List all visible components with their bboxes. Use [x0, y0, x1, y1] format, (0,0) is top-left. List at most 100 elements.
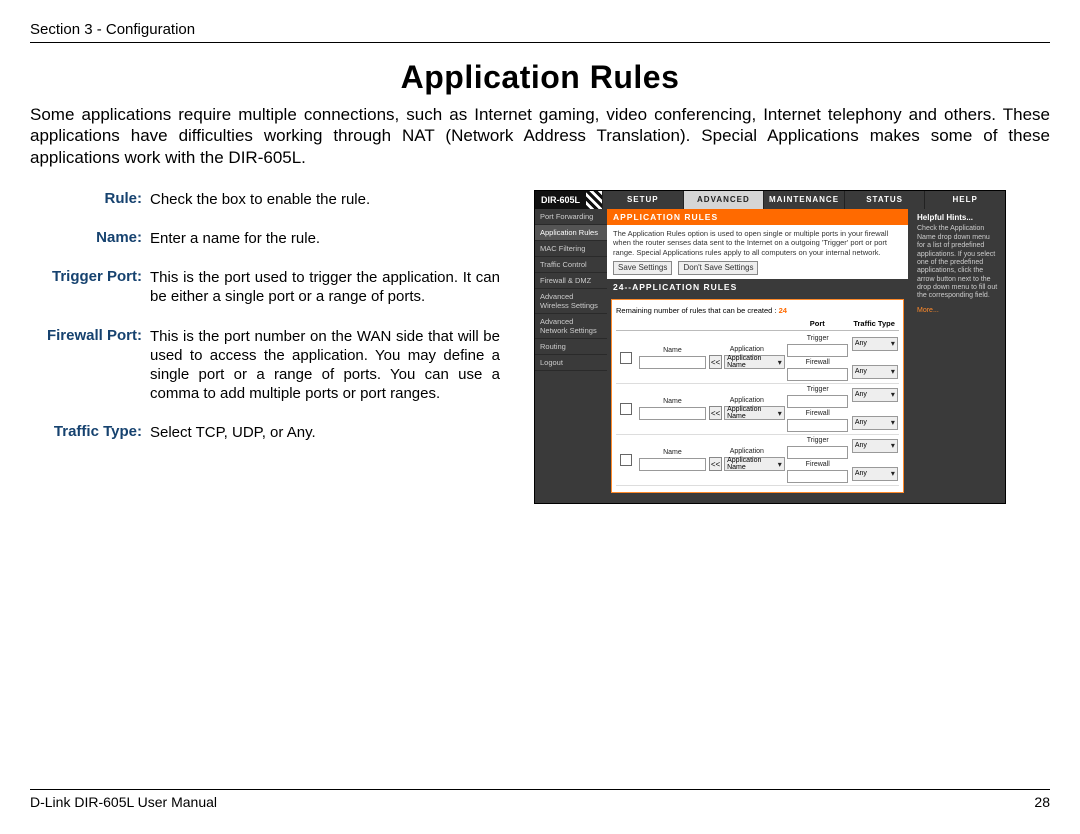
remaining-count: 24: [779, 306, 787, 315]
label-application: Application: [730, 397, 764, 404]
sidebar-item-mac-filtering[interactable]: MAC Filtering: [535, 241, 607, 257]
arrow-left-icon: <<: [711, 409, 720, 418]
rule-row: Name Application << Application Name▾ Trig…: [616, 435, 899, 486]
trigger-input[interactable]: [787, 395, 848, 408]
col-traffic-type: Traffic Type: [849, 319, 899, 328]
sidebar-item-adv-wireless[interactable]: Advanced Wireless Settings: [535, 289, 607, 314]
application-select[interactable]: Application Name▾: [724, 457, 785, 471]
label-trigger: Trigger: [807, 437, 829, 444]
hints-more-link[interactable]: More...: [917, 307, 939, 314]
sidebar-item-routing[interactable]: Routing: [535, 339, 607, 355]
hints-title: Helpful Hints...: [917, 213, 999, 223]
sidebar: Port Forwarding Application Rules MAC Fi…: [535, 209, 607, 503]
chevron-down-icon: ▾: [891, 339, 895, 348]
sidebar-item-firewall-dmz[interactable]: Firewall & DMZ: [535, 273, 607, 289]
section-bar-apprules: APPLICATION RULES: [607, 209, 908, 225]
header-rule: [30, 42, 1050, 43]
traffic-select-firewall[interactable]: Any▾: [852, 416, 898, 430]
section-desc: The Application Rules option is used to …: [607, 225, 908, 279]
router-screenshot: DIR-605L SETUP ADVANCED MAINTENANCE STAT…: [534, 190, 1006, 504]
remaining-text: Remaining number of rules that can be cr…: [616, 306, 899, 315]
desc-name: Enter a name for the rule.: [150, 229, 500, 248]
label-trigger: Trigger: [807, 335, 829, 342]
definitions: Rule: Check the box to enable the rule. …: [30, 190, 500, 504]
col-port: Port: [785, 319, 849, 328]
desc-traffic-type: Select TCP, UDP, or Any.: [150, 423, 500, 442]
arrow-left-icon: <<: [711, 358, 720, 367]
label-name: Name: [663, 449, 682, 456]
term-firewall-port: Firewall Port:: [30, 327, 142, 404]
sidebar-item-logout[interactable]: Logout: [535, 355, 607, 371]
rule-checkbox[interactable]: [620, 352, 632, 364]
traffic-select-trigger[interactable]: Any▾: [852, 388, 898, 402]
section-header: Section 3 - Configuration: [30, 21, 1050, 38]
firewall-input[interactable]: [787, 470, 848, 483]
intro-paragraph: Some applications require multiple conne…: [30, 104, 1050, 168]
chevron-down-icon: ▾: [778, 460, 782, 469]
traffic-select-trigger[interactable]: Any▾: [852, 337, 898, 351]
term-trigger-port: Trigger Port:: [30, 268, 142, 306]
tab-setup[interactable]: SETUP: [602, 191, 683, 209]
desc-rule: Check the box to enable the rule.: [150, 190, 500, 209]
chevron-down-icon: ▾: [891, 390, 895, 399]
rule-row: Name Application << Application Name▾ Trig…: [616, 384, 899, 435]
name-input[interactable]: [639, 407, 706, 420]
application-select[interactable]: Application Name▾: [724, 406, 785, 420]
chevron-down-icon: ▾: [891, 469, 895, 478]
chevron-down-icon: ▾: [891, 367, 895, 376]
copy-left-button[interactable]: <<: [709, 355, 722, 369]
term-rule: Rule:: [30, 190, 142, 209]
helpful-hints: Helpful Hints... Check the Application N…: [911, 209, 1005, 503]
tab-help[interactable]: HELP: [924, 191, 1005, 209]
arrow-left-icon: <<: [711, 460, 720, 469]
firewall-input[interactable]: [787, 368, 848, 381]
desc-firewall-port: This is the port number on the WAN side …: [150, 327, 500, 404]
tab-status[interactable]: STATUS: [844, 191, 925, 209]
firewall-input[interactable]: [787, 419, 848, 432]
label-name: Name: [663, 398, 682, 405]
hatch-decor: [586, 191, 602, 209]
label-firewall: Firewall: [806, 410, 830, 417]
application-select[interactable]: Application Name▾: [724, 355, 785, 369]
sidebar-item-application-rules[interactable]: Application Rules: [535, 225, 607, 241]
rule-checkbox[interactable]: [620, 403, 632, 415]
tab-maintenance[interactable]: MAINTENANCE: [763, 191, 844, 209]
sidebar-item-traffic-control[interactable]: Traffic Control: [535, 257, 607, 273]
dont-save-settings-button[interactable]: Don't Save Settings: [678, 261, 758, 275]
copy-left-button[interactable]: <<: [709, 457, 722, 471]
chevron-down-icon: ▾: [891, 441, 895, 450]
label-application: Application: [730, 346, 764, 353]
section-bar-24rules: 24--APPLICATION RULES: [607, 279, 908, 295]
label-name: Name: [663, 347, 682, 354]
label-application: Application: [730, 448, 764, 455]
rule-row: Name Application << Application Name▾: [616, 333, 899, 384]
tab-advanced[interactable]: ADVANCED: [683, 191, 764, 209]
page-title: Application Rules: [30, 59, 1050, 96]
footer-page: 28: [1034, 794, 1050, 810]
label-trigger: Trigger: [807, 386, 829, 393]
name-input[interactable]: [639, 458, 706, 471]
traffic-select-firewall[interactable]: Any▾: [852, 467, 898, 481]
label-firewall: Firewall: [806, 461, 830, 468]
save-settings-button[interactable]: Save Settings: [613, 261, 672, 275]
term-name: Name:: [30, 229, 142, 248]
rule-checkbox[interactable]: [620, 454, 632, 466]
rules-header: Port Traffic Type: [616, 319, 899, 331]
trigger-input[interactable]: [787, 344, 848, 357]
sidebar-item-adv-network[interactable]: Advanced Network Settings: [535, 314, 607, 339]
chevron-down-icon: ▾: [778, 358, 782, 367]
hints-text: Check the Application Name drop down men…: [917, 225, 999, 301]
label-firewall: Firewall: [806, 359, 830, 366]
footer-rule: [30, 789, 1050, 790]
traffic-select-trigger[interactable]: Any▾: [852, 439, 898, 453]
name-input[interactable]: [639, 356, 706, 369]
sidebar-item-port-forwarding[interactable]: Port Forwarding: [535, 209, 607, 225]
chevron-down-icon: ▾: [778, 409, 782, 418]
chevron-down-icon: ▾: [891, 418, 895, 427]
device-model: DIR-605L: [535, 191, 586, 209]
traffic-select-firewall[interactable]: Any▾: [852, 365, 898, 379]
term-traffic-type: Traffic Type:: [30, 423, 142, 442]
desc-trigger-port: This is the port used to trigger the app…: [150, 268, 500, 306]
copy-left-button[interactable]: <<: [709, 406, 722, 420]
trigger-input[interactable]: [787, 446, 848, 459]
